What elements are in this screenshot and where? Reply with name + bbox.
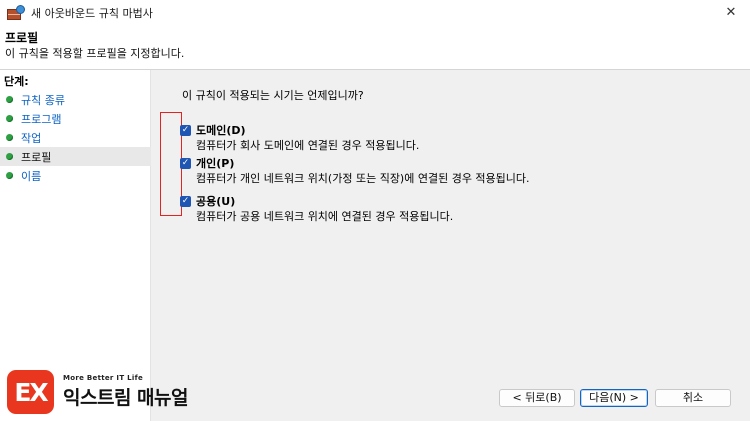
sidebar-item-name[interactable]: 이름 [0,166,151,185]
steps-label: 단계: [4,75,29,88]
green-dot-icon [6,96,13,103]
watermark-tagline: More Better IT Life [63,374,143,382]
public-checkbox[interactable]: ✓ [180,196,191,207]
window-title: 새 아웃바운드 규칙 마법사 [31,7,153,20]
firewall-icon [7,5,25,21]
private-label: 개인(P) [196,157,235,170]
domain-label: 도메인(D) [196,124,246,137]
sidebar-item-label: 이름 [21,169,42,183]
sidebar-item-label: 규칙 종류 [21,93,65,107]
question-text: 이 규칙이 적용되는 시기는 언제입니까? [182,89,364,102]
page-title: 프로필 [5,31,39,45]
wizard-body: 단계: 규칙 종류 프로그램 작업 프로필 이름 이 규칙이 적용되는 시기는 … [0,70,750,421]
sidebar-item-label: 작업 [21,131,42,145]
green-dot-icon [6,115,13,122]
title-bar: 새 아웃바운드 규칙 마법사 ✕ [0,0,750,26]
watermark-brand: 익스트림 매뉴얼 [63,387,188,409]
watermark-logo: EX [7,370,54,414]
sidebar-item-profile[interactable]: 프로필 [0,147,151,166]
green-dot-icon [6,172,13,179]
page-header: 프로필 이 규칙을 적용할 프로필을 지정합니다. [0,26,750,70]
highlight-box [160,112,182,216]
cancel-button[interactable]: 취소 [655,389,731,407]
watermark: EX More Better IT Life 익스트림 매뉴얼 [7,370,188,414]
next-button[interactable]: 다음(N) > [580,389,648,407]
sidebar-item-rule-type[interactable]: 규칙 종류 [0,90,151,109]
green-dot-icon [6,134,13,141]
private-description: 컴퓨터가 개인 네트워크 위치(가정 또는 직장)에 연결된 경우 적용됩니다. [196,172,530,185]
sidebar-item-label: 프로필 [21,150,52,164]
private-checkbox[interactable]: ✓ [180,158,191,169]
page-description: 이 규칙을 적용할 프로필을 지정합니다. [5,47,185,60]
sidebar-item-label: 프로그램 [21,112,62,126]
domain-checkbox[interactable]: ✓ [180,125,191,136]
close-icon[interactable]: ✕ [722,4,740,22]
sidebar-item-program[interactable]: 프로그램 [0,109,151,128]
main-content: 이 규칙이 적용되는 시기는 언제입니까? ✓ 도메인(D) 컴퓨터가 회사 도… [152,70,750,421]
public-description: 컴퓨터가 공용 네트워크 위치에 연결된 경우 적용됩니다. [196,210,454,223]
back-button[interactable]: < 뒤로(B) [499,389,575,407]
public-label: 공용(U) [196,195,236,208]
green-dot-icon [6,153,13,160]
domain-description: 컴퓨터가 회사 도메인에 연결된 경우 적용됩니다. [196,139,420,152]
steps-sidebar: 단계: 규칙 종류 프로그램 작업 프로필 이름 [0,70,151,421]
sidebar-item-action[interactable]: 작업 [0,128,151,147]
